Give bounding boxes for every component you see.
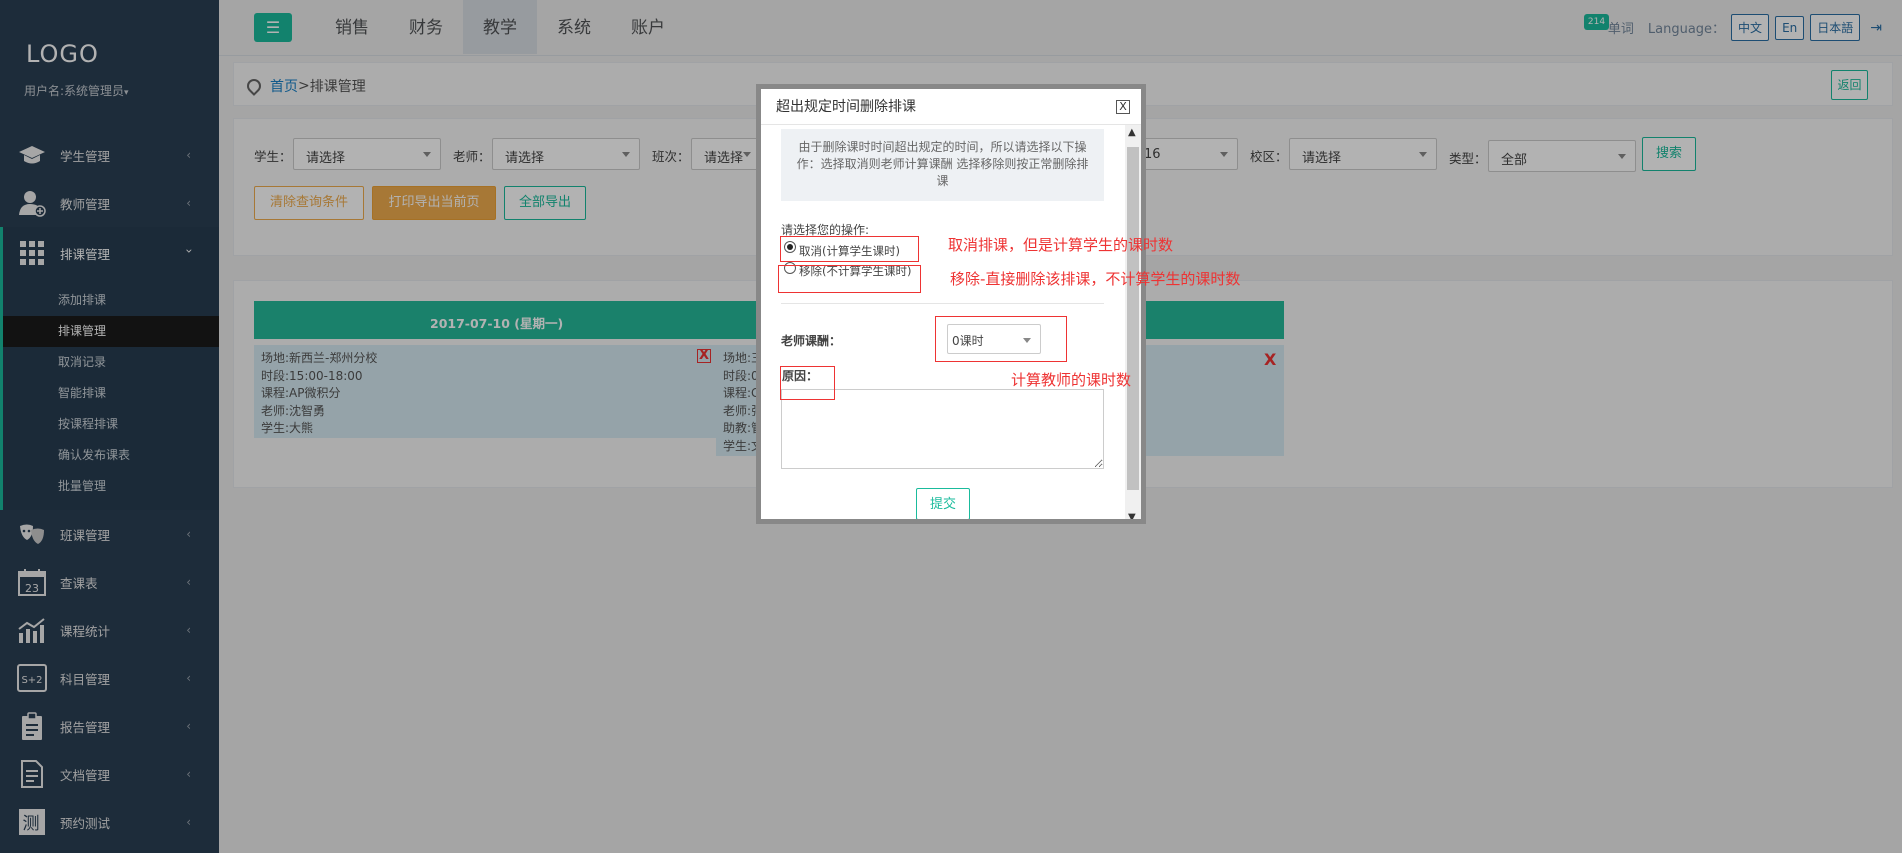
close-icon[interactable]: X bbox=[1116, 100, 1130, 114]
annotation-box-cancel bbox=[780, 236, 919, 262]
teacher-pay-label: 老师课酬： bbox=[781, 334, 842, 348]
dialog-scrollbar[interactable]: ▲ ▼ bbox=[1125, 125, 1141, 519]
annotation-box-remove bbox=[778, 265, 921, 293]
annotation-remove: 移除-直接删除该排课，不计算学生的课时数 bbox=[950, 270, 1241, 288]
annotation-box-pay bbox=[935, 316, 1067, 362]
delete-schedule-dialog: 超出规定时间删除排课 X 由于删除课时时间超出规定的时间，所以请选择以下操作：选… bbox=[756, 84, 1146, 524]
reason-textarea[interactable] bbox=[781, 389, 1104, 469]
dialog-notice: 由于删除课时时间超出规定的时间，所以请选择以下操作：选择取消则老师计算课酬 选择… bbox=[781, 129, 1104, 201]
scroll-up-icon[interactable]: ▲ bbox=[1128, 127, 1136, 138]
annotation-pay: 计算教师的课时数 bbox=[1011, 371, 1132, 389]
divider bbox=[781, 303, 1104, 304]
dialog-title: 超出规定时间删除排课 bbox=[761, 89, 1141, 125]
annotation-box-reason bbox=[780, 366, 835, 400]
submit-button[interactable]: 提交 bbox=[916, 488, 970, 519]
scrollbar-thumb[interactable] bbox=[1127, 147, 1139, 490]
annotation-cancel: 取消排课，但是计算学生的课时数 bbox=[948, 236, 1174, 254]
scroll-down-icon[interactable]: ▼ bbox=[1128, 512, 1136, 519]
